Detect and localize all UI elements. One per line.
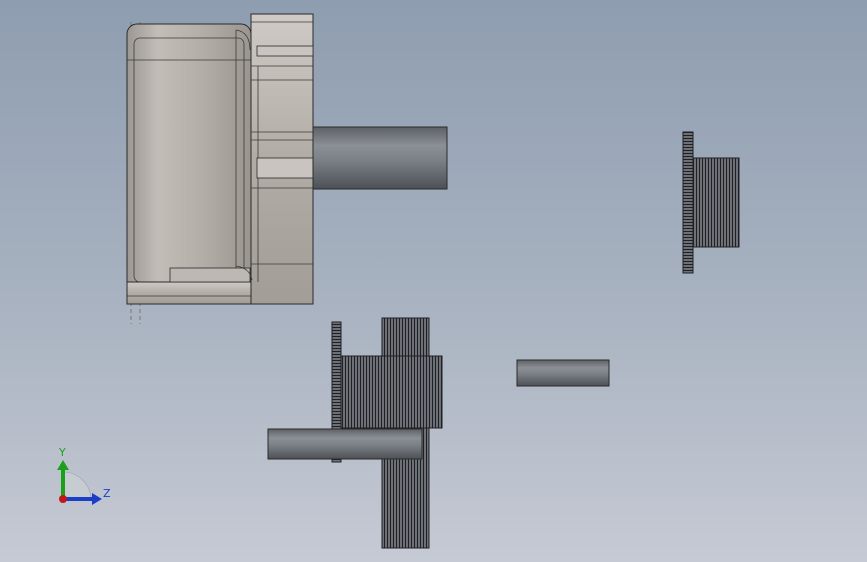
motor-shaft[interactable] xyxy=(312,126,448,190)
gear-teeth-main xyxy=(340,355,443,429)
small-gear[interactable] xyxy=(682,131,740,274)
z-axis-label: Z xyxy=(103,487,111,500)
cad-viewport[interactable]: Y Z xyxy=(0,0,867,562)
origin-dot-icon xyxy=(59,495,67,503)
z-arrowhead-icon xyxy=(92,493,102,505)
orientation-triad: Y Z xyxy=(57,446,111,505)
triad-plane-arc xyxy=(62,471,92,501)
gear-flange xyxy=(682,131,694,274)
housing-body xyxy=(126,23,252,297)
cad-scene: Y Z xyxy=(57,13,740,549)
long-shaft[interactable] xyxy=(267,428,423,460)
gear-teeth xyxy=(692,157,740,248)
idler-pin[interactable] xyxy=(516,359,610,387)
gear-teeth-top xyxy=(381,317,430,359)
y-axis-label: Y xyxy=(58,446,66,459)
y-arrowhead-icon xyxy=(57,460,69,470)
motor-housing[interactable] xyxy=(126,13,314,324)
